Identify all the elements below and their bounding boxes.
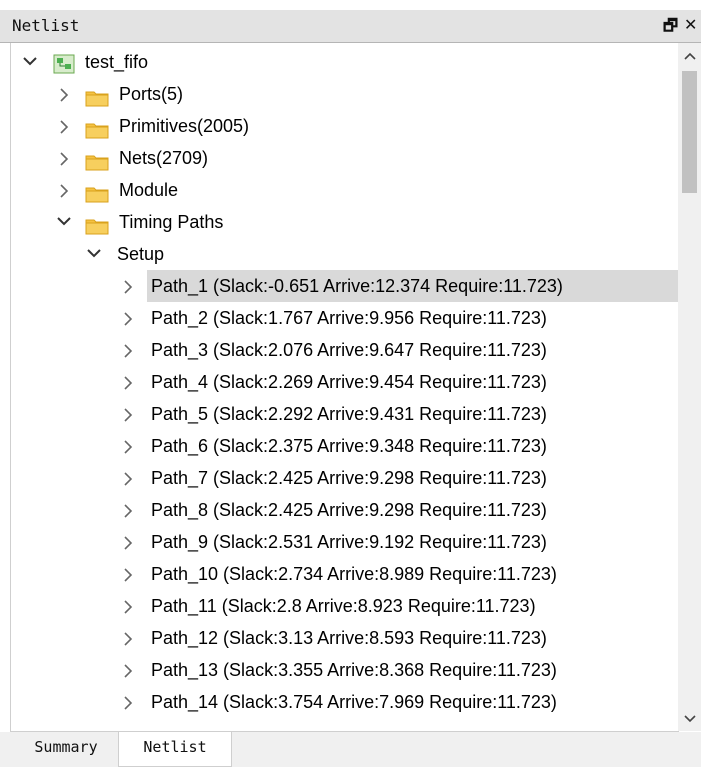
bottom-tabbar: Summary Netlist <box>0 732 701 767</box>
timing-path-label: Path_6 (Slack:2.375 Arrive:9.348 Require… <box>151 436 547 456</box>
timing-path-label: Path_14 (Slack:3.754 Arrive:7.969 Requir… <box>151 692 557 712</box>
chevron-right-icon[interactable] <box>119 430 137 462</box>
timing-path-label: Path_5 (Slack:2.292 Arrive:9.431 Require… <box>151 404 547 424</box>
tree-root-label: test_fifo <box>85 52 149 72</box>
timing-path-label: Path_9 (Slack:2.531 Arrive:9.192 Require… <box>151 532 547 552</box>
timing-path-label: Path_10 (Slack:2.734 Arrive:8.989 Requir… <box>151 564 557 584</box>
restore-icon[interactable]: 🗗 <box>663 15 678 42</box>
chevron-right-icon[interactable] <box>119 398 137 430</box>
chevron-right-icon[interactable] <box>119 270 137 302</box>
chevron-right-icon[interactable] <box>119 302 137 334</box>
chevron-down-icon[interactable] <box>55 206 73 238</box>
scroll-thumb[interactable] <box>682 71 697 193</box>
tab-summary[interactable]: Summary <box>18 732 114 766</box>
timing-path-label: Path_13 (Slack:3.355 Arrive:8.368 Requir… <box>151 660 557 680</box>
close-icon[interactable]: ✕ <box>684 15 697 34</box>
timing-path-label: Path_1 (Slack:-0.651 Arrive:12.374 Requi… <box>147 270 678 302</box>
chevron-right-icon[interactable] <box>119 622 137 654</box>
chevron-right-icon[interactable] <box>55 78 73 110</box>
chevron-right-icon[interactable] <box>119 590 137 622</box>
timing-path-label: Path_7 (Slack:2.425 Arrive:9.298 Require… <box>151 468 547 488</box>
chevron-right-icon[interactable] <box>55 142 73 174</box>
tree-item-label: Nets(2709) <box>119 148 209 168</box>
chevron-down-icon[interactable] <box>21 46 39 78</box>
chevron-right-icon[interactable] <box>119 526 137 558</box>
panel-title: Netlist <box>12 16 80 35</box>
folder-icon <box>85 117 109 139</box>
netlist-tree[interactable]: test_fifo Ports(5) Primitives(2005) Nets(2… <box>10 43 679 732</box>
timing-path-label: Path_2 (Slack:1.767 Arrive:9.956 Require… <box>151 308 547 328</box>
tree-item-label: Module <box>119 180 179 200</box>
timing-path-label: Path_3 (Slack:2.076 Arrive:9.647 Require… <box>151 340 547 360</box>
timing-path-label: Path_12 (Slack:3.13 Arrive:8.593 Require… <box>151 628 547 648</box>
chevron-right-icon[interactable] <box>55 110 73 142</box>
scroll-down-icon[interactable] <box>678 709 701 731</box>
panel-titlebar: Netlist 🗗 ✕ <box>0 10 701 43</box>
chevron-right-icon[interactable] <box>119 686 137 718</box>
module-icon <box>53 52 77 74</box>
chevron-down-icon[interactable] <box>85 238 103 270</box>
chevron-right-icon[interactable] <box>119 494 137 526</box>
scroll-up-icon[interactable] <box>678 43 701 65</box>
tree-item-label: Setup <box>117 244 165 264</box>
folder-icon <box>85 213 109 235</box>
timing-path-label: Path_11 (Slack:2.8 Arrive:8.923 Require:… <box>151 596 536 616</box>
folder-icon <box>85 181 109 203</box>
vertical-scrollbar[interactable] <box>678 43 701 731</box>
chevron-right-icon[interactable] <box>119 654 137 686</box>
timing-path-label: Path_8 (Slack:2.425 Arrive:9.298 Require… <box>151 500 547 520</box>
tree-item-label: Ports(5) <box>119 84 184 104</box>
chevron-right-icon[interactable] <box>119 334 137 366</box>
chevron-right-icon[interactable] <box>119 558 137 590</box>
timing-path-label: Path_4 (Slack:2.269 Arrive:9.454 Require… <box>151 372 547 392</box>
folder-icon <box>85 85 109 107</box>
tab-netlist[interactable]: Netlist <box>118 732 232 767</box>
chevron-right-icon[interactable] <box>55 174 73 206</box>
chevron-right-icon[interactable] <box>119 462 137 494</box>
folder-icon <box>85 149 109 171</box>
tree-item-label: Timing Paths <box>119 212 224 232</box>
chevron-right-icon[interactable] <box>119 366 137 398</box>
tree-item-label: Primitives(2005) <box>119 116 250 136</box>
